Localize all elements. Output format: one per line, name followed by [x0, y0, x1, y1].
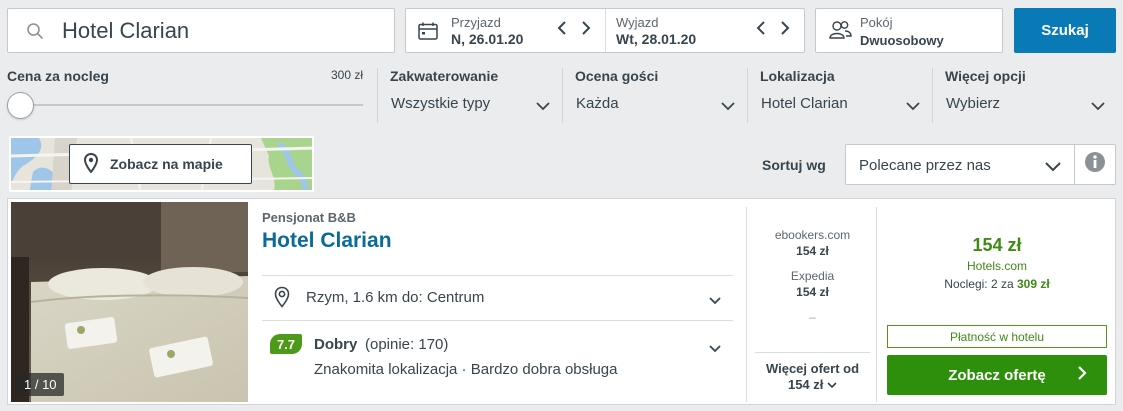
chevron-down-icon — [1091, 98, 1105, 116]
checkout-arrows[interactable] — [756, 19, 790, 42]
rating-count: (opinie: 170) — [365, 336, 449, 353]
room-value: Dwuosobowy — [860, 33, 944, 48]
checkin-field[interactable]: Przyjazd N, 26.01.20 — [406, 9, 605, 52]
offer-provider: Expedia — [790, 269, 835, 283]
chevron-right-icon — [1077, 365, 1087, 385]
filter-accommodation[interactable]: Zakwaterowanie Wszystkie typy — [377, 68, 552, 123]
chevron-down-icon — [721, 98, 735, 116]
chevron-down-icon — [906, 98, 920, 116]
chevron-down-icon — [1045, 159, 1061, 177]
checkout-value: Wt, 28.01.20 — [616, 31, 697, 47]
map-pin-icon — [274, 286, 290, 313]
nights-total: 309 zł — [1017, 277, 1050, 291]
chevron-down-icon — [709, 292, 721, 310]
search-button[interactable]: Szukaj — [1014, 8, 1116, 53]
rating-highlights: Znakomita lokalizacja · Bardzo dobra obs… — [314, 361, 618, 378]
filter-rating-label: Ocena gości — [575, 68, 659, 84]
checkin-value: N, 26.01.20 — [451, 31, 524, 47]
view-deal-button[interactable]: Zobacz ofertę — [887, 355, 1107, 395]
price-filter: Cena za nocleg 300 zł — [7, 68, 363, 86]
show-map-button[interactable]: Zobacz na mapie — [69, 144, 252, 184]
filter-accommodation-value: Wszystkie typy — [391, 95, 491, 112]
search-query-text: Hotel Clarian — [62, 17, 190, 43]
sort-value: Polecane przez nas — [859, 157, 991, 174]
sort-info-button[interactable] — [1074, 144, 1116, 185]
view-deal-label: Zobacz ofertę — [948, 366, 1046, 384]
chevron-down-icon — [536, 98, 550, 116]
filter-more-label: Więcej opcji — [945, 68, 1026, 84]
offer-item[interactable]: ebookers.com 154 zł — [747, 227, 878, 259]
filter-location-value: Hotel Clarian — [761, 95, 848, 112]
info-icon — [1084, 151, 1106, 178]
hotel-photo[interactable]: 1 / 10 — [11, 202, 248, 402]
search-input[interactable]: Hotel Clarian — [7, 8, 395, 53]
filter-more-value: Wybierz — [946, 95, 1001, 112]
rating-word: Dobry — [314, 336, 358, 353]
map-pin-icon — [83, 152, 99, 176]
best-deal: 154 zł Hotels.com Noclegi: 2 za 309 zł P… — [886, 207, 1108, 402]
date-picker[interactable]: Przyjazd N, 26.01.20 Wyjazd Wt, 28.01.20 — [405, 8, 805, 53]
more-offers-price: 154 zł — [787, 377, 824, 392]
filter-location-label: Lokalizacja — [760, 68, 835, 84]
chevron-down-icon — [827, 377, 837, 392]
show-map-label: Zobacz na mapie — [110, 156, 223, 172]
offer-price: 154 zł — [796, 244, 829, 258]
offer-price: 154 zł — [796, 285, 829, 299]
divider — [262, 275, 733, 276]
filter-rating[interactable]: Ocena gości Każda — [562, 68, 737, 123]
price-slider-track[interactable] — [19, 104, 363, 106]
calendar-icon — [418, 22, 438, 45]
filter-location[interactable]: Lokalizacja Hotel Clarian — [747, 68, 922, 123]
divider — [262, 320, 733, 321]
hotel-result-card: 1 / 10 Pensjonat B&B Hotel Clarian Rzym,… — [7, 198, 1116, 405]
photo-counter: 1 / 10 — [17, 373, 64, 396]
chevron-down-icon — [709, 340, 721, 358]
accommodation-type: Pensjonat B&B — [262, 210, 356, 225]
sort-select[interactable]: Polecane przez nas — [845, 144, 1075, 185]
offer-item[interactable]: Expedia 154 zł — [747, 268, 878, 300]
checkin-label: Przyjazd — [451, 15, 501, 30]
price-filter-max: 300 zł — [330, 68, 363, 82]
checkout-field[interactable]: Wyjazd Wt, 28.01.20 — [605, 9, 804, 52]
more-offers-button[interactable]: Więcej ofert od 154 zł — [755, 352, 870, 393]
location-row[interactable]: Rzym, 1.6 km do: Centrum — [274, 286, 733, 310]
rating-badge: 7.7 — [270, 334, 302, 354]
filter-accommodation-label: Zakwaterowanie — [390, 68, 499, 84]
nights-info: Noclegi: 2 za 309 zł — [944, 277, 1050, 291]
search-icon — [8, 9, 62, 52]
more-offers-label: Więcej ofert od — [765, 361, 860, 376]
checkout-label: Wyjazd — [616, 15, 659, 30]
location-text: Rzym, 1.6 km do: Centrum — [306, 289, 485, 306]
best-provider: Hotels.com — [966, 259, 1028, 273]
offer-provider: ebookers.com — [774, 228, 851, 242]
pay-at-hotel-badge: Płatność w hotelu — [887, 325, 1107, 348]
best-price: 154 zł — [972, 235, 1022, 255]
filter-rating-value: Każda — [576, 95, 619, 112]
room-label: Pokój — [860, 15, 893, 30]
sort-label: Sortuj wg — [762, 157, 826, 173]
guests-icon — [828, 20, 852, 45]
offer-placeholder: – — [809, 310, 816, 324]
price-slider-thumb[interactable] — [7, 92, 34, 119]
price-filter-label: Cena za nocleg — [7, 68, 109, 84]
filter-more-options[interactable]: Więcej opcji Wybierz — [932, 68, 1107, 123]
hotel-name-link[interactable]: Hotel Clarian — [262, 229, 392, 253]
rating-row[interactable]: 7.7 Dobry (opinie: 170) Znakomita lokali… — [270, 334, 733, 384]
room-selector[interactable]: Pokój Dwuosobowy — [815, 8, 1003, 53]
alternative-offers: ebookers.com 154 zł Expedia 154 zł – Wię… — [746, 207, 877, 402]
checkin-arrows[interactable] — [557, 19, 591, 42]
